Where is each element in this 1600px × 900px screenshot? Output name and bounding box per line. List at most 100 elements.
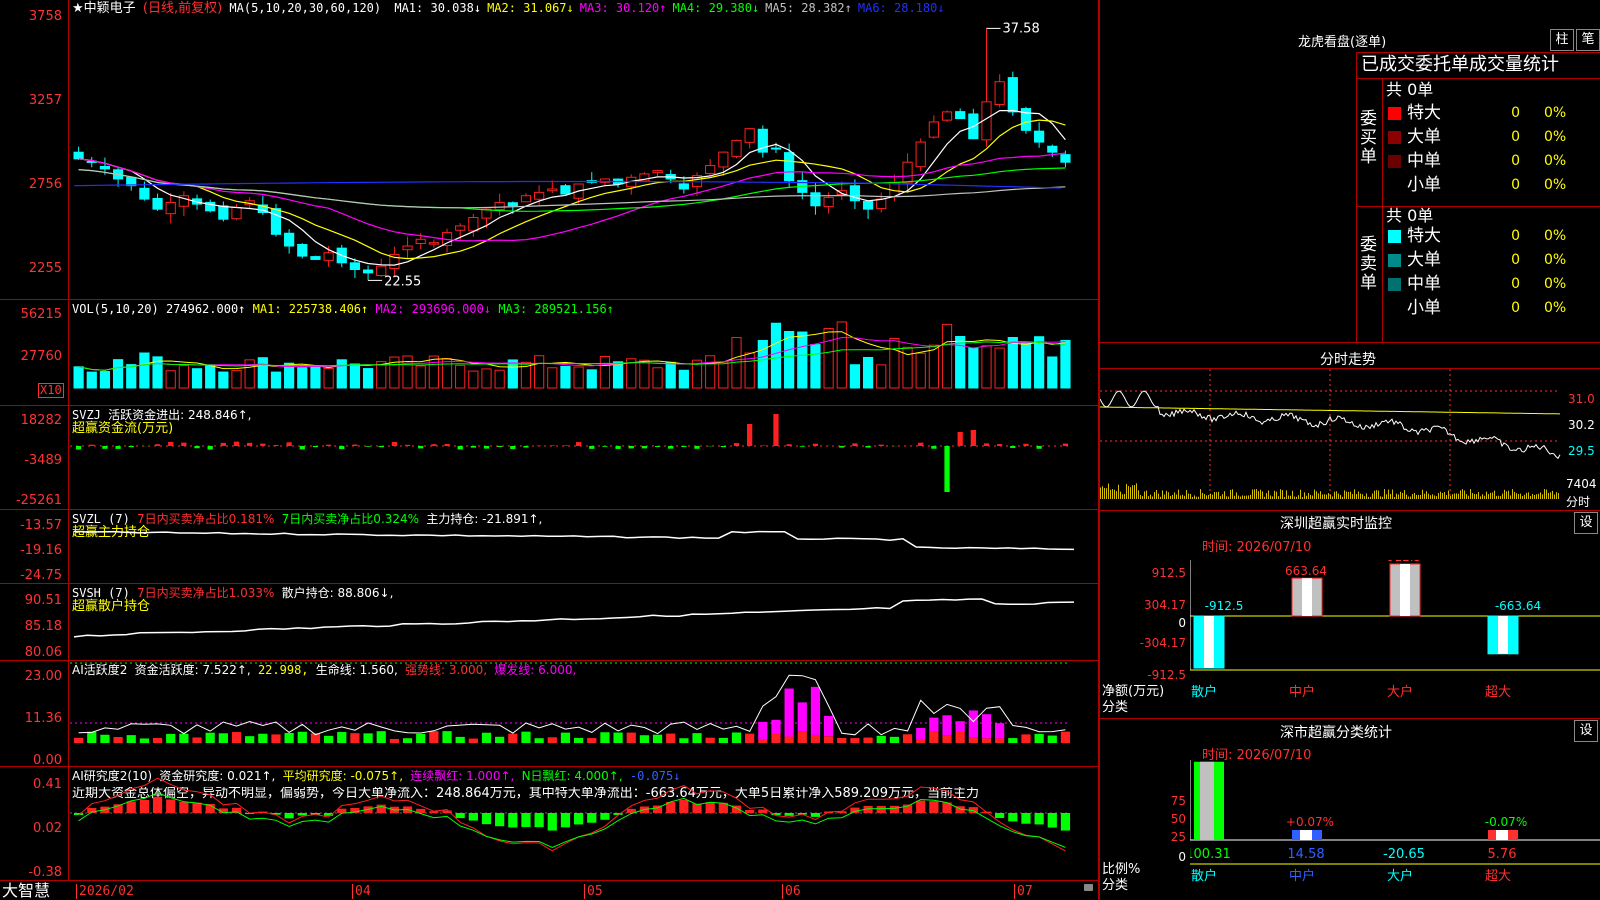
volume-bar	[297, 367, 308, 389]
candle-body	[402, 245, 413, 251]
candle-body	[823, 196, 834, 208]
intraday-volume-bar	[1252, 489, 1253, 499]
tick-view-button[interactable]: 笔	[1576, 29, 1600, 51]
intraday-volume-bar	[1288, 495, 1289, 499]
activity-bar	[1021, 734, 1031, 743]
period-mode[interactable]: (日线,前复权)	[143, 1, 222, 16]
intraday-volume-bar	[1152, 496, 1153, 499]
candle-body	[284, 232, 295, 247]
candle-body	[862, 200, 874, 210]
intraday-volume-bar	[1230, 489, 1231, 499]
y-tick: 23.00	[24, 669, 62, 684]
intraday-volume-bar	[1402, 492, 1403, 499]
activity-bar	[560, 732, 571, 743]
candlestick-chart[interactable]: 37.58 22.55	[70, 18, 1098, 298]
intraday-volume-bar	[1228, 496, 1229, 499]
intraday-volume-bar	[1210, 493, 1211, 499]
divider	[1100, 342, 1600, 343]
candle-body	[1034, 130, 1045, 143]
monitor-bar-chart[interactable]: -912.5 散户 663.64 中户 912.5 大户 -663.64 超大	[1190, 560, 1600, 700]
activity-bar	[942, 735, 952, 743]
category-bar-chart[interactable]: 100.31 散户 +0.07% 14.58 中户 -20.65 大户 -0.07% 5.76 超…	[1190, 760, 1600, 900]
intraday-volume-bar	[1300, 489, 1301, 499]
stat-bar-value: 100.31	[1190, 847, 1231, 862]
volume-bar	[889, 337, 900, 389]
intraday-volume-bar	[1150, 494, 1151, 499]
volume-bar	[928, 344, 939, 389]
research-bar	[1021, 813, 1031, 824]
intraday-tick: 29.5	[1568, 444, 1595, 458]
activity-bar	[810, 734, 821, 743]
chart-area[interactable]: ★中颖电子 (日线,前复权) MA(5,10,20,30,60,120) MA1…	[0, 0, 1100, 900]
intraday-volume-bar	[1186, 490, 1187, 499]
volume-bar	[1034, 336, 1045, 389]
intraday-volume-bar	[1542, 494, 1543, 499]
divider	[1356, 52, 1357, 342]
intraday-volume-bar	[1244, 495, 1245, 499]
intraday-volume-bar	[1270, 495, 1271, 499]
intraday-volume-bar	[1166, 490, 1167, 499]
volume-bar	[599, 355, 611, 389]
stat-bar-pct: +0.07%	[1286, 815, 1334, 829]
order-percent: 0%	[1544, 252, 1567, 268]
volume-bar	[270, 371, 282, 389]
ai-research-chart[interactable]	[70, 767, 1098, 879]
volume-bar	[1007, 337, 1018, 389]
stat-bar-value: -20.65	[1383, 847, 1425, 862]
stat-category: 超大	[1485, 869, 1511, 884]
volume-bar	[336, 359, 347, 389]
divider	[1382, 78, 1383, 342]
activity-bar	[1008, 738, 1018, 743]
intraday-volume-bar	[1458, 493, 1459, 499]
intraday-volume-bar	[1306, 495, 1307, 499]
order-count: 0	[1511, 105, 1520, 121]
activity-burst-bar	[981, 714, 992, 739]
flow-bar	[694, 446, 700, 449]
research-bar	[574, 813, 584, 825]
flow-bar	[89, 444, 95, 446]
volume-bar	[165, 370, 176, 389]
retail-position-chart[interactable]	[70, 584, 1098, 659]
y-tick: 27760	[20, 349, 62, 364]
intraday-volume-bar	[1390, 493, 1391, 499]
lock-icon[interactable]	[1084, 884, 1093, 891]
ma-legend-item: MA1: 30.038↓	[394, 1, 482, 15]
monitor-bar	[1291, 577, 1323, 617]
stat-settings-button[interactable]: 设	[1574, 720, 1598, 742]
sell-label: 委卖单	[1360, 235, 1377, 293]
volume-bar	[99, 371, 111, 389]
volume-bar	[349, 363, 361, 389]
vol-title: VOL(5,10,20)	[72, 302, 159, 316]
intraday-volume-bar	[1352, 494, 1353, 499]
intraday-volume-bar	[1116, 491, 1117, 499]
intraday-volume-bar	[1374, 490, 1375, 499]
flow-bar	[1062, 443, 1069, 446]
intraday-volume-bar	[1238, 495, 1239, 499]
intraday-volume-bar	[1214, 491, 1215, 499]
color-swatch	[1388, 302, 1401, 315]
activity-bar	[995, 738, 1005, 743]
bar-view-button[interactable]: 柱	[1550, 29, 1574, 51]
intraday-chart[interactable]	[1100, 369, 1564, 509]
intraday-volume-bar	[1318, 493, 1319, 499]
candle-body	[139, 187, 150, 200]
research-bar	[547, 813, 557, 831]
fund-flow-chart[interactable]	[70, 406, 1098, 508]
monitor-settings-button[interactable]: 设	[1574, 512, 1598, 534]
volume-bar	[968, 347, 979, 389]
candle-body	[955, 111, 966, 120]
ai-activity-chart[interactable]	[70, 661, 1098, 765]
y-tick: 0.41	[33, 777, 62, 792]
research-bar	[705, 802, 715, 813]
stock-name[interactable]: ★中颖电子	[72, 1, 136, 16]
intraday-volume-bar	[1242, 495, 1243, 499]
flow-bar	[918, 442, 924, 446]
intraday-volume-bar	[1276, 491, 1277, 499]
intraday-volume-bar	[1340, 494, 1341, 499]
monitor-bar	[1487, 615, 1519, 655]
main-position-chart[interactable]	[70, 510, 1098, 582]
intraday-volume-bar	[1296, 496, 1297, 499]
volume-chart[interactable]	[70, 318, 1098, 404]
intraday-volume-bar	[1278, 496, 1279, 499]
color-swatch	[1388, 131, 1401, 144]
